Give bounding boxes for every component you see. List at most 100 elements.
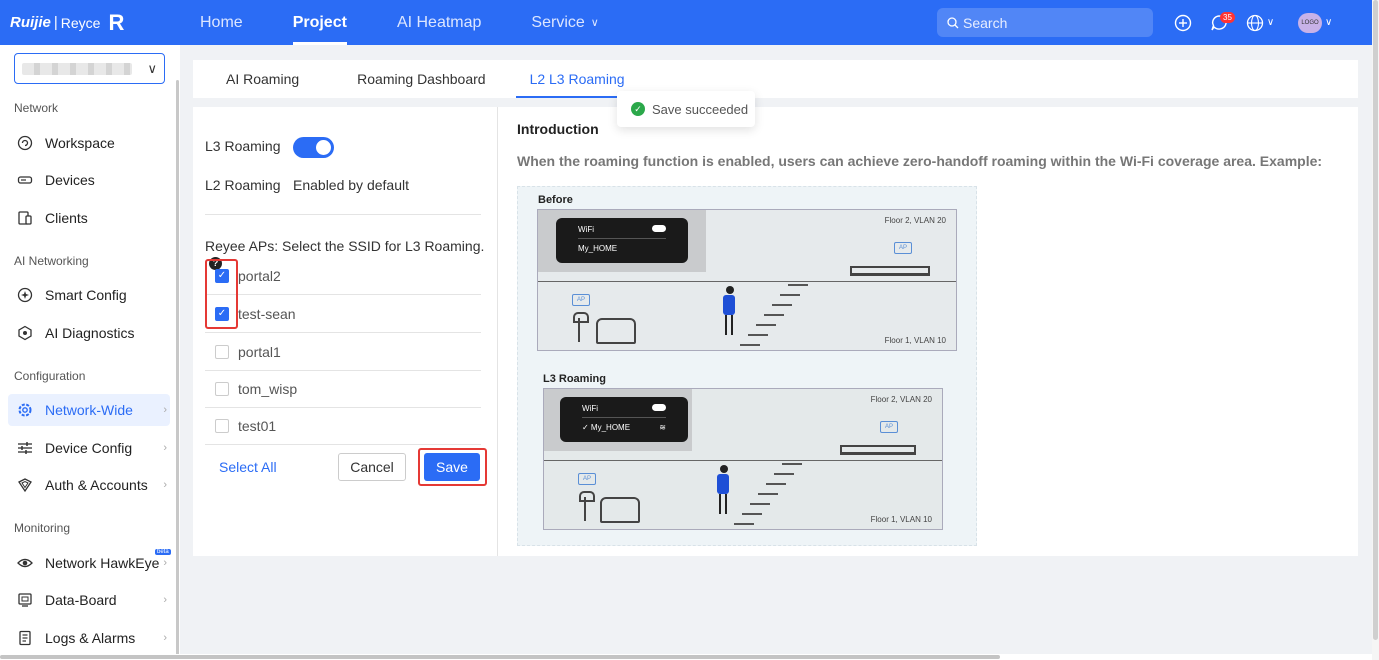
phone-backdrop: WiFi ✓ My_HOME ≋ xyxy=(544,389,692,451)
workspace-icon xyxy=(16,134,34,152)
tab-ai-roaming[interactable]: AI Roaming xyxy=(212,60,313,98)
logs-icon xyxy=(16,629,34,647)
sidebar-item-label: Logs & Alarms xyxy=(45,630,136,646)
nav-home-label: Home xyxy=(200,13,243,31)
checkbox-unchecked[interactable] xyxy=(215,344,229,359)
vertical-scrollbar[interactable] xyxy=(1372,0,1379,660)
cancel-button[interactable]: Cancel xyxy=(338,453,406,481)
sidebar-item-auth-accounts[interactable]: Auth & Accounts › xyxy=(8,469,170,501)
notification-badge: 35 xyxy=(1220,11,1235,23)
search-input[interactable] xyxy=(963,14,1143,31)
ssid-prompt-text: Reyee APs: Select the SSID for L3 Roamin… xyxy=(205,238,485,254)
sidebar-scrollbar[interactable] xyxy=(176,80,179,660)
search-box[interactable] xyxy=(937,8,1153,37)
bed-icon xyxy=(840,445,916,455)
ssid-name: portal1 xyxy=(238,343,281,360)
sidebar-item-label: Clients xyxy=(45,210,88,226)
lamp-icon xyxy=(573,312,589,342)
ssid-row-portal2[interactable]: ✓ portal2 xyxy=(205,257,481,295)
ssid-row-portal1[interactable]: portal1 xyxy=(205,333,481,371)
roaming-illustration: Before WiFi My_HOME Floor 2, VLAN 20 AP … xyxy=(517,186,977,546)
roaming-settings-panel: L3 Roaming L2 Roaming Enabled by default… xyxy=(193,107,498,556)
ssid-row-tom-wisp[interactable]: tom_wisp xyxy=(205,370,481,408)
floor1-label: Floor 1, VLAN 10 xyxy=(884,336,946,345)
sidebar-item-device-config[interactable]: Device Config › xyxy=(8,432,170,464)
access-point-icon: AP xyxy=(572,294,590,306)
top-icons: 35 ∨ LOGO ∨ xyxy=(1170,0,1332,45)
scrollbar-thumb[interactable] xyxy=(1373,0,1378,640)
nav-project-label: Project xyxy=(292,13,347,31)
couch-icon xyxy=(600,497,640,523)
main-content: L3 Roaming L2 Roaming Enabled by default… xyxy=(193,107,1358,556)
clients-icon xyxy=(16,209,34,227)
access-point-icon: AP xyxy=(578,473,596,485)
nav-home[interactable]: Home xyxy=(175,0,268,45)
devices-icon xyxy=(16,171,34,189)
sidebar-item-label: Workspace xyxy=(45,135,115,151)
language-globe-icon[interactable]: ∨ xyxy=(1242,10,1278,36)
access-point-icon: AP xyxy=(880,421,898,433)
sidebar-item-network-wide[interactable]: Network-Wide › xyxy=(8,394,170,426)
shield-icon xyxy=(16,476,34,494)
chevron-right-icon: › xyxy=(163,404,167,416)
sidebar-item-workspace[interactable]: Workspace xyxy=(8,127,170,159)
sidebar-item-logs-alarms[interactable]: Logs & Alarms › xyxy=(8,622,170,654)
select-all-link[interactable]: Select All xyxy=(219,459,277,475)
tab-roaming-dashboard[interactable]: Roaming Dashboard xyxy=(343,60,499,98)
sidebar-item-smart-config[interactable]: Smart Config xyxy=(8,279,170,311)
sidebar-item-ai-diagnostics[interactable]: AI Diagnostics xyxy=(8,317,170,349)
access-point-icon: AP xyxy=(894,242,912,254)
checkbox-unchecked[interactable] xyxy=(215,418,229,433)
ssid-row-test01[interactable]: test01 xyxy=(205,407,481,445)
tab-label: AI Roaming xyxy=(226,71,300,87)
l3-roaming-label: L3 Roaming xyxy=(205,138,281,154)
bed-icon xyxy=(850,266,930,276)
person-icon xyxy=(712,465,734,515)
sidebar-item-network-hawkeye[interactable]: Network HawkEye beta › xyxy=(8,547,171,579)
sidebar-item-devices[interactable]: Devices xyxy=(8,164,170,196)
lamp-icon xyxy=(579,491,595,521)
tabs-bar: AI Roaming Roaming Dashboard L2 L3 Roami… xyxy=(193,60,1358,98)
tab-label: L2 L3 Roaming xyxy=(529,71,625,87)
intro-title: Introduction xyxy=(517,121,599,137)
project-select[interactable]: ∨ xyxy=(14,53,165,84)
chevron-down-icon[interactable]: ∨ xyxy=(1325,17,1332,28)
logo-reyee: Reyce xyxy=(60,14,101,31)
chevron-down-icon: ∨ xyxy=(590,17,599,29)
nav-service-label: Service xyxy=(531,13,585,31)
logo-separator: | xyxy=(53,14,58,31)
toggle-icon xyxy=(652,404,666,411)
sliders-icon xyxy=(16,439,34,457)
main-nav: Home Project AI Heatmap Service ∨ xyxy=(175,0,624,45)
gear-icon xyxy=(16,401,34,419)
sidebar-item-clients[interactable]: Clients xyxy=(8,202,170,234)
add-icon[interactable] xyxy=(1170,10,1196,36)
ai-diagnostics-icon xyxy=(16,324,34,342)
horizontal-scrollbar[interactable] xyxy=(0,654,1372,660)
dashboard-icon xyxy=(16,591,34,609)
ssid-name: test01 xyxy=(238,417,277,434)
ssid-name: tom_wisp xyxy=(238,380,298,397)
section-network: Network xyxy=(14,101,59,115)
ssid-connected-label: ✓ My_HOME xyxy=(582,423,631,432)
phone-backdrop: WiFi My_HOME xyxy=(538,210,706,272)
sidebar-item-label: Devices xyxy=(45,172,95,188)
phone-wifi-panel: WiFi My_HOME xyxy=(556,218,688,263)
avatar[interactable]: LOGO xyxy=(1298,12,1322,33)
wifi-signal-icon: ≋ xyxy=(659,423,666,432)
sidebar: ∨ Network Workspace Devices Clients AI N… xyxy=(0,45,180,660)
nav-service[interactable]: Service ∨ xyxy=(506,0,623,45)
nav-project[interactable]: Project xyxy=(268,0,372,45)
illustration-after-label: L3 Roaming xyxy=(543,373,606,385)
ssid-row-test-sean[interactable]: ✓ test-sean xyxy=(205,295,481,333)
tab-label: Roaming Dashboard xyxy=(357,71,486,87)
l3-roaming-toggle[interactable] xyxy=(293,137,334,158)
chevron-right-icon: › xyxy=(163,632,167,644)
scrollbar-thumb[interactable] xyxy=(0,655,1000,659)
sidebar-item-data-board[interactable]: Data-Board › xyxy=(8,584,170,616)
nav-ai-heatmap[interactable]: AI Heatmap xyxy=(372,0,506,45)
chevron-right-icon: › xyxy=(163,442,167,454)
checkbox-unchecked[interactable] xyxy=(215,381,229,396)
brand-logo[interactable]: Ruijie | Reyce R xyxy=(10,10,140,36)
message-icon[interactable]: 35 xyxy=(1206,10,1235,36)
